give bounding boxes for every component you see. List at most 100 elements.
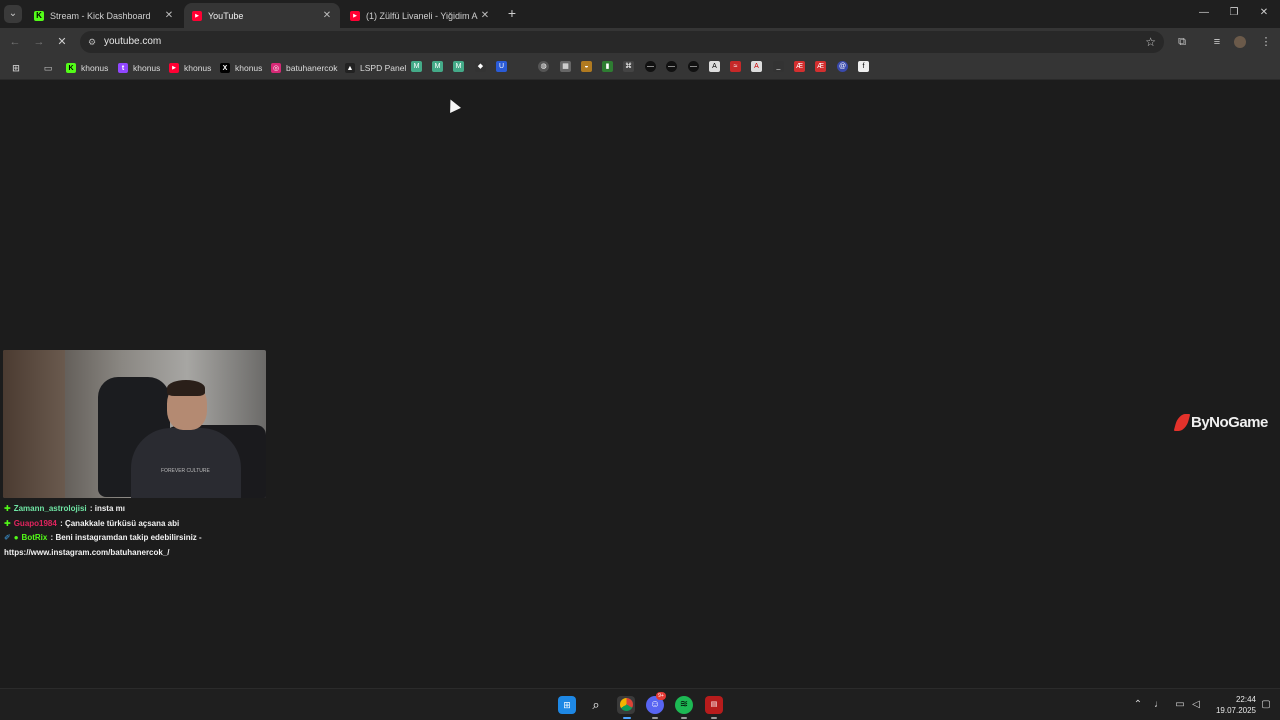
bookmark-star-icon[interactable]: ☆ xyxy=(1145,35,1156,49)
streamer-body xyxy=(131,428,241,498)
system-clock[interactable]: 22:44 19.07.2025 xyxy=(1208,694,1256,716)
stop-loading-icon[interactable]: ✕ xyxy=(55,35,69,49)
bookmark-lspd-panel[interactable]: ▲ LSPD Panel xyxy=(345,60,406,76)
bookmark-x[interactable]: X khonus xyxy=(220,60,262,76)
at-icon[interactable]: @ xyxy=(837,61,848,72)
chat-message: ✚ Zamann_astrolojisi : insta mı xyxy=(4,504,125,513)
discord-badge: 9+ xyxy=(656,692,666,700)
network-icon[interactable]: ▭ xyxy=(1174,698,1186,712)
clock-date: 19.07.2025 xyxy=(1215,706,1256,715)
spotify-icon[interactable]: ≋ xyxy=(675,696,693,714)
chat-username: Zamann_astrolojisi xyxy=(13,504,87,513)
minimize-icon[interactable]: — xyxy=(1196,6,1212,20)
tab-strip: ⌄ K Stream - Kick Dashboard ✕ ▶ YouTube … xyxy=(0,0,1280,28)
red-app-icon[interactable]: Æ xyxy=(815,61,826,72)
menu-kebab-icon[interactable]: ⋮ xyxy=(1259,35,1273,49)
dash-icon[interactable]: — xyxy=(645,61,656,72)
chrome-icon[interactable] xyxy=(617,696,635,714)
app-indicator xyxy=(711,717,717,719)
forward-arrow-icon[interactable]: → xyxy=(32,35,46,49)
network-icon[interactable]: ⌘ xyxy=(623,61,634,72)
bookmark-label: khonus xyxy=(133,63,161,73)
search-icon[interactable]: ⌕ xyxy=(587,696,605,714)
tab-kick-dashboard[interactable]: K Stream - Kick Dashboard ✕ xyxy=(26,3,182,28)
bookmarks-bar: ⊞ ▭ K khonus t khonus ▶ khonus X khonus … xyxy=(0,56,1280,80)
game-icon[interactable]: ◒ xyxy=(581,61,592,72)
diamond-icon[interactable]: ◆ xyxy=(475,61,486,72)
streamer-hair xyxy=(167,380,205,396)
x-icon: X xyxy=(220,63,230,73)
close-icon[interactable]: ✕ xyxy=(320,10,334,21)
tab-title: YouTube xyxy=(208,10,244,21)
gmail-icon[interactable]: M xyxy=(453,61,464,72)
globe-icon[interactable]: ◍ xyxy=(538,61,549,72)
dash-icon[interactable]: — xyxy=(666,61,677,72)
notification-bell-icon[interactable]: ▢ xyxy=(1260,698,1272,712)
verified-badge-icon: ● xyxy=(13,533,19,542)
microphone-icon[interactable]: ♩ xyxy=(1153,698,1165,712)
line-icon[interactable]: _ xyxy=(773,61,784,72)
window-close-icon[interactable]: ✕ xyxy=(1256,6,1272,20)
chat-username: Guapo1984 xyxy=(13,518,57,528)
calculator-icon[interactable]: ▦ xyxy=(560,61,571,72)
twitch-icon: t xyxy=(118,63,128,73)
chat-text: insta mı xyxy=(94,504,125,513)
folder-icon[interactable]: ▭ xyxy=(43,60,58,76)
kick-icon: K xyxy=(66,63,76,73)
red-app-icon[interactable]: ▤ xyxy=(705,696,723,714)
bynogame-logo-icon xyxy=(1173,414,1191,431)
app-indicator xyxy=(681,717,687,719)
dash-icon[interactable]: — xyxy=(688,61,699,72)
youtube-icon: ▶ xyxy=(350,10,360,21)
new-tab-plus-icon[interactable]: + xyxy=(505,6,519,20)
kick-badge-icon: ✚ xyxy=(4,504,11,513)
chevron-up-icon[interactable]: ⌃ xyxy=(1132,698,1144,712)
bookmark-label: khonus xyxy=(235,63,263,73)
bookmark-youtube[interactable]: ▶ khonus xyxy=(169,60,211,76)
browser-toolbar: ← → ✕ ⚙ youtube.com ☆ ⧉ ≡ ⋮ xyxy=(0,28,1280,56)
gmail-icon[interactable]: M xyxy=(432,61,443,72)
alert-icon[interactable]: A xyxy=(751,61,762,72)
bookmark-kick[interactable]: K khonus xyxy=(66,60,108,76)
profile-avatar[interactable] xyxy=(1234,36,1246,48)
shirt-text: FOREVER CULTURE xyxy=(161,468,210,474)
gmail-icon[interactable]: M xyxy=(411,61,422,72)
url-text[interactable]: youtube.com xyxy=(104,36,161,47)
stream-chat: ✚ Zamann_astrolojisi : insta mı ✚ Guapo198… xyxy=(4,502,264,560)
chat-message: ✐ ● BotRix : Beni instagramdan takip edebi… xyxy=(4,533,202,557)
file-icon[interactable]: f xyxy=(858,61,869,72)
youtube-icon: ▶ xyxy=(169,63,179,73)
sponsor-name: ByNoGame xyxy=(1191,414,1268,431)
webcam-door xyxy=(3,350,65,498)
kick-badge-icon: ✚ xyxy=(4,518,11,528)
close-icon[interactable]: ✕ xyxy=(162,10,176,21)
back-arrow-icon[interactable]: ← xyxy=(8,35,22,49)
tab-search-chevron-icon[interactable]: ⌄ xyxy=(4,5,22,23)
bookmark-label: LSPD Panel xyxy=(360,63,407,73)
windows-start-icon[interactable]: ⊞ xyxy=(558,696,576,714)
volume-icon[interactable]: ◁ xyxy=(1190,698,1202,712)
tab-title: (1) Zülfü Livaneli - Yiğidim Asla xyxy=(366,10,478,21)
kick-icon: K xyxy=(34,10,44,21)
bot-badge-icon: ✐ xyxy=(4,533,11,542)
chat-username: BotRix xyxy=(21,533,48,542)
apps-grid-icon[interactable]: ⊞ xyxy=(11,60,26,76)
extensions-puzzle-icon[interactable]: ⧉ xyxy=(1175,35,1189,49)
tab-youtube[interactable]: ▶ YouTube ✕ xyxy=(184,3,340,28)
instagram-icon: ◎ xyxy=(271,63,281,73)
badge-icon[interactable]: ▮ xyxy=(602,61,613,72)
address-bar[interactable]: ⚙ youtube.com ☆ xyxy=(80,31,1164,53)
chat-message: ✚ Guapo1984 : Çanakkale türküsü açsana ab… xyxy=(4,518,180,528)
site-info-icon[interactable]: ⚙ xyxy=(86,36,98,48)
banner-icon[interactable]: ≈ xyxy=(730,61,741,72)
tab-zulfu-livaneli[interactable]: ▶ (1) Zülfü Livaneli - Yiğidim Asla ✕ xyxy=(342,3,498,28)
media-control-icon[interactable]: ≡ xyxy=(1210,35,1224,49)
red-app-icon[interactable]: Æ xyxy=(794,61,805,72)
close-icon[interactable]: ✕ xyxy=(478,10,492,21)
bookmark-twitch[interactable]: t khonus xyxy=(118,60,160,76)
a-icon[interactable]: A xyxy=(709,61,720,72)
shield-icon[interactable]: U xyxy=(496,61,507,72)
tab-title: Stream - Kick Dashboard xyxy=(50,10,151,21)
bookmark-instagram[interactable]: ◎ batuhanercok xyxy=(271,60,338,76)
restore-icon[interactable]: ❐ xyxy=(1226,6,1242,20)
